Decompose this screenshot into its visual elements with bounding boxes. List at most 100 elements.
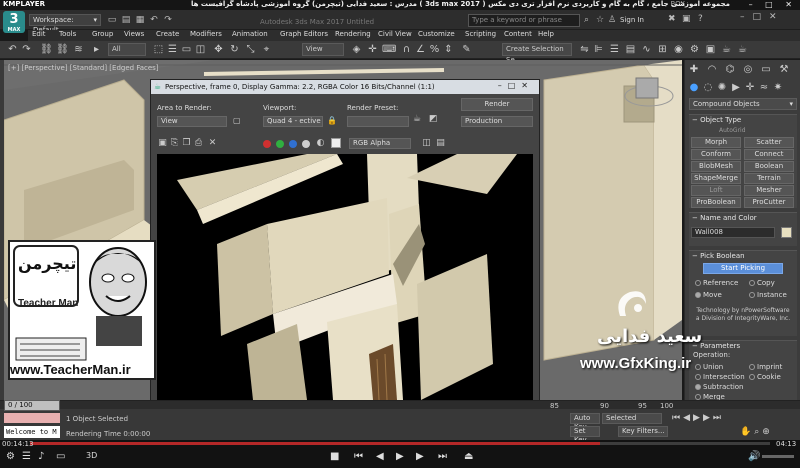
next-icon[interactable]: ⏭ bbox=[438, 451, 447, 462]
morph-button[interactable]: Morph bbox=[691, 137, 741, 148]
material-editor-icon[interactable]: ◉ bbox=[672, 44, 685, 57]
redo-icon[interactable]: ↷ bbox=[20, 44, 33, 57]
lock-viewport-icon[interactable]: 🔒 bbox=[327, 116, 337, 125]
save-image-icon[interactable]: ▣ bbox=[157, 138, 168, 149]
menu-rendering[interactable]: Rendering bbox=[335, 30, 371, 38]
geometry-icon[interactable]: ● bbox=[687, 81, 701, 95]
select-by-name-icon[interactable]: ☰ bbox=[166, 44, 179, 57]
exchange-icon[interactable]: ✖ bbox=[668, 14, 676, 24]
rect-selection-icon[interactable]: ▭ bbox=[180, 44, 193, 57]
render-button[interactable]: Render bbox=[461, 98, 533, 111]
loft-button[interactable]: Loft bbox=[691, 185, 741, 196]
favorites-icon[interactable]: ☆ bbox=[596, 15, 604, 25]
production-dropdown[interactable]: Production bbox=[461, 116, 533, 127]
named-selection-dropdown[interactable]: Create Selection Se bbox=[502, 43, 572, 64]
save-file-icon[interactable]: ▦ bbox=[134, 14, 146, 26]
stop-icon[interactable]: ■ bbox=[330, 451, 339, 462]
spinner-snap-icon[interactable]: ⇕ bbox=[442, 44, 455, 57]
select-object-icon[interactable]: ⬚ bbox=[152, 44, 165, 57]
color-swatch-icon[interactable] bbox=[331, 138, 341, 148]
curve-editor-icon[interactable]: ∿ bbox=[640, 44, 653, 57]
scatter-button[interactable]: Scatter bbox=[744, 137, 794, 148]
object-name-field[interactable]: Wall008 bbox=[691, 227, 775, 238]
category-dropdown[interactable]: Compound Objects ▾ bbox=[689, 98, 797, 110]
menu-scripting[interactable]: Scripting bbox=[465, 30, 496, 38]
volume-slider[interactable] bbox=[762, 455, 794, 458]
auto-key-button[interactable]: Auto Key bbox=[570, 413, 600, 431]
motion-tab-icon[interactable]: ◎ bbox=[741, 63, 755, 77]
mirror-icon[interactable]: ⇋ bbox=[578, 44, 591, 57]
create-tab-icon[interactable]: ✚ bbox=[687, 63, 701, 77]
window-crossing-icon[interactable]: ◫ bbox=[194, 44, 207, 57]
print-icon[interactable]: ⎙ bbox=[193, 138, 204, 149]
toggle-ui-icon[interactable]: ◫ bbox=[421, 138, 432, 149]
viewport-label[interactable]: [+] [Perspective] [Standard] [Edged Face… bbox=[8, 64, 159, 72]
copy-image-icon[interactable]: ⎘ bbox=[169, 138, 180, 149]
render-preset-dropdown[interactable] bbox=[347, 116, 409, 127]
pick-boolean-header[interactable]: − Pick Boolean bbox=[689, 251, 797, 261]
playlist-icon[interactable]: ☰ bbox=[22, 451, 31, 462]
reference-radio[interactable]: Reference bbox=[695, 279, 738, 287]
subtraction-radio[interactable]: Subtraction bbox=[695, 383, 744, 391]
rotate-icon[interactable]: ↻ bbox=[228, 44, 241, 57]
edit-region-icon[interactable]: ▢ bbox=[233, 116, 241, 125]
mono-icon[interactable]: ◐ bbox=[315, 138, 326, 149]
sign-in-link[interactable]: Sign In bbox=[620, 16, 644, 24]
area-to-render-dropdown[interactable]: View bbox=[157, 116, 227, 127]
three-d-icon[interactable]: 3D bbox=[86, 451, 97, 460]
key-filters-button[interactable]: Key Filters... bbox=[618, 426, 668, 437]
cameras-icon[interactable]: ▶ bbox=[729, 81, 743, 95]
app-icon[interactable]: 3 MAX bbox=[3, 11, 25, 33]
toggle-overlays-icon[interactable]: ▤ bbox=[435, 138, 446, 149]
move-icon[interactable]: ✥ bbox=[212, 44, 225, 57]
parameters-header[interactable]: − Parameters bbox=[689, 341, 797, 351]
clone-window-icon[interactable]: ❐ bbox=[181, 138, 192, 149]
reference-coord-dropdown[interactable]: View bbox=[302, 43, 344, 56]
playback-controls[interactable]: ⏮◀▶▶⏭ bbox=[672, 413, 724, 423]
object-color-swatch[interactable] bbox=[781, 227, 792, 238]
render-setup-icon[interactable]: ⚙ bbox=[688, 44, 701, 57]
start-picking-button[interactable]: Start Picking bbox=[703, 263, 783, 274]
menu-group[interactable]: Group bbox=[92, 30, 113, 38]
audio-icon[interactable]: ♪ bbox=[38, 451, 44, 462]
shapes-icon[interactable]: ◌ bbox=[701, 81, 715, 95]
terrain-button[interactable]: Terrain bbox=[744, 173, 794, 184]
render-iterative-icon[interactable]: ☕ bbox=[736, 44, 749, 57]
systems-icon[interactable]: ✷ bbox=[771, 81, 785, 95]
menu-create[interactable]: Create bbox=[156, 30, 179, 38]
pivot-icon[interactable]: ◈ bbox=[350, 44, 363, 57]
set-key-button[interactable]: Set Key bbox=[570, 426, 600, 444]
viewport-dropdown[interactable]: Quad 4 - ective bbox=[263, 116, 323, 127]
workspace-selector[interactable]: Workspace: Default▾ bbox=[29, 14, 101, 34]
name-color-header[interactable]: − Name and Color bbox=[689, 213, 797, 223]
environment-icon[interactable]: ◩ bbox=[429, 114, 438, 124]
menu-views[interactable]: Views bbox=[124, 30, 144, 38]
prev-icon[interactable]: ⏮ bbox=[354, 451, 363, 462]
percent-snap-icon[interactable]: % bbox=[428, 44, 441, 57]
shapemerge-button[interactable]: ShapeMerge bbox=[691, 173, 741, 184]
eject-icon[interactable]: ⏏ bbox=[464, 451, 473, 462]
render-window-controls[interactable]: –□✕ bbox=[498, 81, 534, 90]
settings-icon[interactable]: ⚙ bbox=[6, 451, 15, 462]
selected-dropdown[interactable]: Selected bbox=[602, 413, 662, 424]
max-window-controls[interactable]: –□✕ bbox=[740, 12, 785, 22]
app-store-icon[interactable]: ▣ bbox=[682, 14, 691, 24]
clear-icon[interactable]: ✕ bbox=[207, 138, 218, 149]
player-window-controls[interactable]: – □ ✕ bbox=[749, 0, 797, 9]
menu-edit[interactable]: Edit bbox=[32, 30, 46, 38]
display-tab-icon[interactable]: ▭ bbox=[759, 63, 773, 77]
viewport-nav-controls[interactable]: ✋⌕⊕ bbox=[740, 427, 773, 437]
lights-icon[interactable]: ✺ bbox=[715, 81, 729, 95]
imprint-radio[interactable]: Imprint bbox=[749, 363, 782, 371]
menu-customize[interactable]: Customize bbox=[418, 30, 455, 38]
open-file-icon[interactable]: ▤ bbox=[120, 14, 132, 26]
hierarchy-tab-icon[interactable]: ⌬ bbox=[723, 63, 737, 77]
bind-space-warp-icon[interactable]: ≋ bbox=[72, 44, 85, 57]
autogrid-checkbox[interactable]: AutoGrid bbox=[719, 127, 746, 134]
volume-icon[interactable]: 🔊 bbox=[748, 451, 760, 462]
frame-counter[interactable]: 0 / 100 bbox=[4, 400, 60, 411]
link-icon[interactable]: ⛓ bbox=[40, 44, 53, 57]
undo-icon[interactable]: ↶ bbox=[148, 14, 160, 26]
subtitle-icon[interactable]: ▭ bbox=[56, 451, 65, 462]
edit-named-selection-icon[interactable]: ✎ bbox=[460, 44, 473, 57]
